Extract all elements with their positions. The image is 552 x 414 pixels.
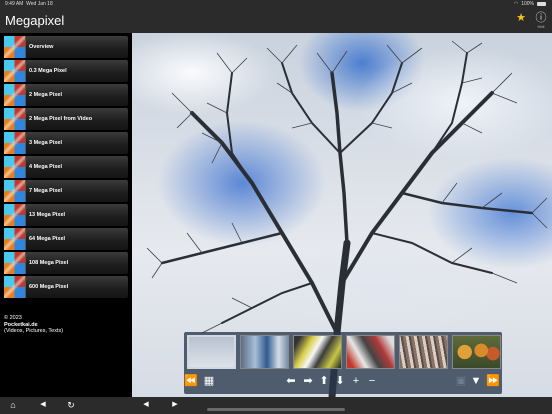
sidebar: Overview 0.3 Mega Pixel 2 Mega Pixel 2 M…	[0, 33, 131, 397]
sidebar-item-label: Overview	[29, 44, 54, 50]
status-bar: 9:49 AM Wed Jan 18 ◠ 100%	[0, 0, 552, 9]
sidebar-item-600-mega-pixel[interactable]: 600 Mega Pixel	[4, 276, 128, 298]
reload-icon[interactable]: ↻	[65, 399, 77, 411]
next-page-icon[interactable]: ⏩	[486, 374, 500, 388]
graffiti-red-thumbnail[interactable]	[346, 335, 395, 369]
status-time: 9:49 AM Wed Jan 18	[5, 1, 53, 7]
sidebar-item-overview[interactable]: Overview	[4, 36, 128, 58]
fit-screen-icon[interactable]: ▣	[454, 374, 468, 388]
sidebar-item-13-mega-pixel[interactable]: 13 Mega Pixel	[4, 204, 128, 226]
sidebar-item-label: 0.3 Mega Pixel	[29, 68, 67, 74]
sidebar-item-0-3-mega-pixel[interactable]: 0.3 Mega Pixel	[4, 60, 128, 82]
menu-thumbnail	[4, 228, 26, 250]
sidebar-item-label: 2 Mega Pixel	[29, 92, 63, 98]
sidebar-footer: © 2023 Pocketkai.de (Videos, Pictures, T…	[4, 315, 63, 335]
page-title: Megapixel	[5, 13, 65, 28]
sidebar-item-3-mega-pixel[interactable]: 3 Mega Pixel	[4, 132, 128, 154]
arrow-right-icon[interactable]: ➡	[301, 374, 315, 388]
collapse-icon[interactable]: ▼	[469, 374, 483, 388]
next-photo-icon[interactable]: ▶	[169, 399, 181, 411]
sidebar-item-label: 600 Mega Pixel	[29, 284, 69, 290]
zoom-out-icon[interactable]: −	[365, 374, 379, 388]
zoom-in-icon[interactable]: +	[349, 374, 363, 388]
menu-thumbnail	[4, 180, 26, 202]
branches-thumbnail[interactable]	[399, 335, 448, 369]
previous-photo-icon[interactable]: ◀	[140, 399, 152, 411]
menu-thumbnail	[4, 108, 26, 130]
building-thumbnail[interactable]	[240, 335, 289, 369]
favorite-button[interactable]: ★	[513, 12, 529, 32]
tree-thumbnail[interactable]	[187, 335, 236, 369]
sidebar-item-label: 64 Mega Pixel	[29, 236, 66, 242]
sidebar-item-64-mega-pixel[interactable]: 64 Mega Pixel	[4, 228, 128, 250]
sidebar-item-2-mega-pixel[interactable]: 2 Mega Pixel	[4, 84, 128, 106]
info-button[interactable]: ⓘ Hell	[533, 12, 549, 32]
sidebar-item-label: 4 Mega Pixel	[29, 164, 63, 170]
bottom-toolbar: ⌂ ◀ ↻ ◀ ▶	[0, 397, 552, 414]
menu-thumbnail	[4, 84, 26, 106]
site-tagline: (Videos, Pictures, Texts)	[4, 328, 64, 334]
thumbnail-list	[187, 335, 501, 369]
menu-thumbnail	[4, 204, 26, 226]
arrow-down-icon[interactable]: ⬇	[333, 374, 347, 388]
info-icon: ⓘ	[535, 12, 547, 24]
pumpkins-thumbnail[interactable]	[452, 335, 501, 369]
sidebar-item-label: 108 Mega Pixel	[29, 260, 69, 266]
menu-thumbnail	[4, 276, 26, 298]
sidebar-item-2-mega-pixel-video[interactable]: 2 Mega Pixel from Video	[4, 108, 128, 130]
sidebar-item-108-mega-pixel[interactable]: 108 Mega Pixel	[4, 252, 128, 274]
back-icon[interactable]: ◀	[37, 399, 49, 411]
previous-page-icon[interactable]: ⏪	[184, 374, 198, 388]
menu-thumbnail	[4, 132, 26, 154]
menu-thumbnail	[4, 36, 26, 58]
home-indicator	[207, 408, 345, 411]
sidebar-item-label: 3 Mega Pixel	[29, 140, 63, 146]
sidebar-item-label: 13 Mega Pixel	[29, 212, 66, 218]
star-icon: ★	[516, 12, 526, 24]
battery-percent: 100%	[521, 1, 534, 7]
grid-icon[interactable]: ▦	[202, 374, 216, 388]
sidebar-item-label: 7 Mega Pixel	[29, 188, 63, 194]
navigation-bar: Megapixel ★ ⓘ Hell	[0, 9, 552, 33]
status-right: ◠ 100%	[514, 1, 546, 7]
arrow-left-icon[interactable]: ⬅	[284, 374, 298, 388]
info-label: Hell	[537, 24, 545, 29]
gallery-controls: ⏪ ▦ ⬅ ➡ ⬆ ⬇ + − ▣ ▼ ⏩	[184, 372, 502, 390]
thumbnail-strip: ⏪ ▦ ⬅ ➡ ⬆ ⬇ + − ▣ ▼ ⏩	[184, 332, 502, 394]
wifi-icon: ◠	[513, 1, 519, 7]
battery-icon	[537, 2, 546, 6]
menu-thumbnail	[4, 156, 26, 178]
menu-thumbnail	[4, 252, 26, 274]
graffiti-thumbnail[interactable]	[293, 335, 342, 369]
sidebar-item-label: 2 Mega Pixel from Video	[29, 116, 93, 122]
sidebar-item-7-mega-pixel[interactable]: 7 Mega Pixel	[4, 180, 128, 202]
menu-thumbnail	[4, 60, 26, 82]
sidebar-item-4-mega-pixel[interactable]: 4 Mega Pixel	[4, 156, 128, 178]
arrow-up-icon[interactable]: ⬆	[317, 374, 331, 388]
home-icon[interactable]: ⌂	[7, 399, 19, 411]
